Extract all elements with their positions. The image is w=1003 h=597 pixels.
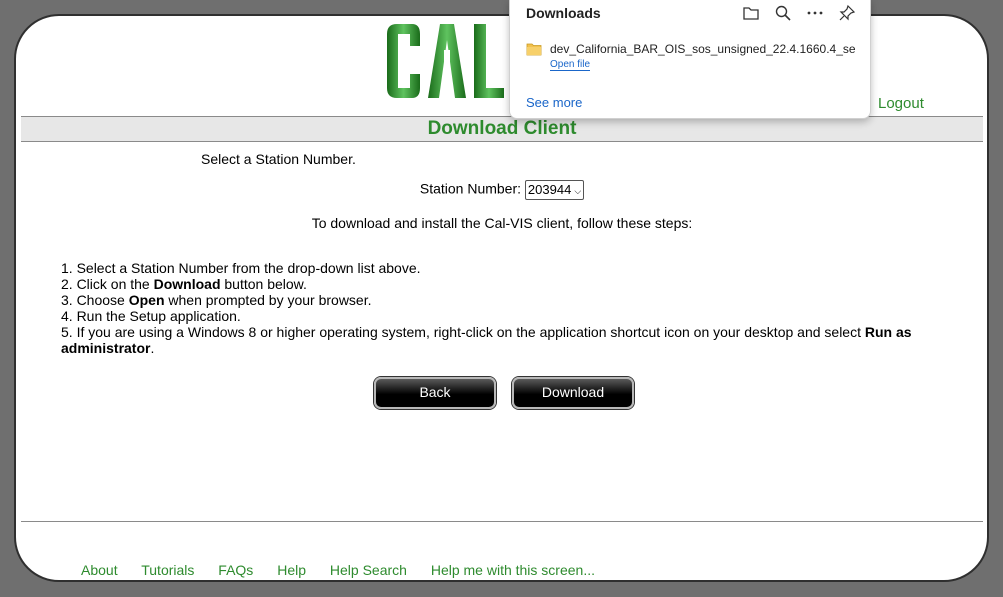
download-file-name[interactable]: dev_California_BAR_OIS_sos_unsigned_22.4… [550,42,855,56]
step-2: 2. Click on the Download button below. [61,276,307,292]
pin-icon[interactable] [838,4,856,22]
see-more-link[interactable]: See more [526,95,582,110]
chevron-down-icon: ⌵ [574,186,582,196]
footer-link-faqs[interactable]: FAQs [218,562,253,578]
steps-list: 1. Select a Station Number from the drop… [61,260,921,356]
footer-link-help-search[interactable]: Help Search [330,562,407,578]
footer-link-help-screen[interactable]: Help me with this screen... [431,562,595,578]
footer-links: About Tutorials FAQs Help Help Search He… [81,562,615,578]
step-1: 1. Select a Station Number from the drop… [61,260,421,276]
window-background: Logout Download Client Select a Station … [0,0,1003,597]
footer-link-about[interactable]: About [81,562,118,578]
instructions-intro: To download and install the Cal-VIS clie… [311,215,693,231]
more-icon[interactable] [806,4,824,22]
step-5: 5. If you are using a Windows 8 or highe… [61,324,912,356]
footer-link-help[interactable]: Help [277,562,306,578]
page-title-bar: Download Client [21,116,983,142]
select-station-prompt: Select a Station Number. [201,151,356,167]
station-number-value: 203944 [527,182,572,197]
station-number-select[interactable]: 203944 ⌵ [524,180,585,200]
back-button[interactable]: Back [374,377,496,409]
downloads-toolbar [742,4,856,22]
downloads-panel: Downloads dev_California_BAR_OIS_sos_uns… [509,0,871,119]
file-icon [526,42,542,61]
open-file-link[interactable]: Open file [550,59,591,71]
footer-link-tutorials[interactable]: Tutorials [141,562,194,578]
page-title: Download Client [427,118,577,139]
station-number-label: Station Number: [419,180,522,197]
footer-divider [21,521,983,522]
step-4: 4. Run the Setup application. [61,308,241,324]
logout-link[interactable]: Logout [878,95,924,112]
downloads-title: Downloads [526,5,601,21]
folder-icon[interactable] [742,4,760,22]
download-button[interactable]: Download [512,377,634,409]
search-icon[interactable] [774,4,792,22]
station-number-row: Station Number: 203944 ⌵ [16,180,987,200]
step-3: 3. Choose Open when prompted by your bro… [61,292,372,308]
